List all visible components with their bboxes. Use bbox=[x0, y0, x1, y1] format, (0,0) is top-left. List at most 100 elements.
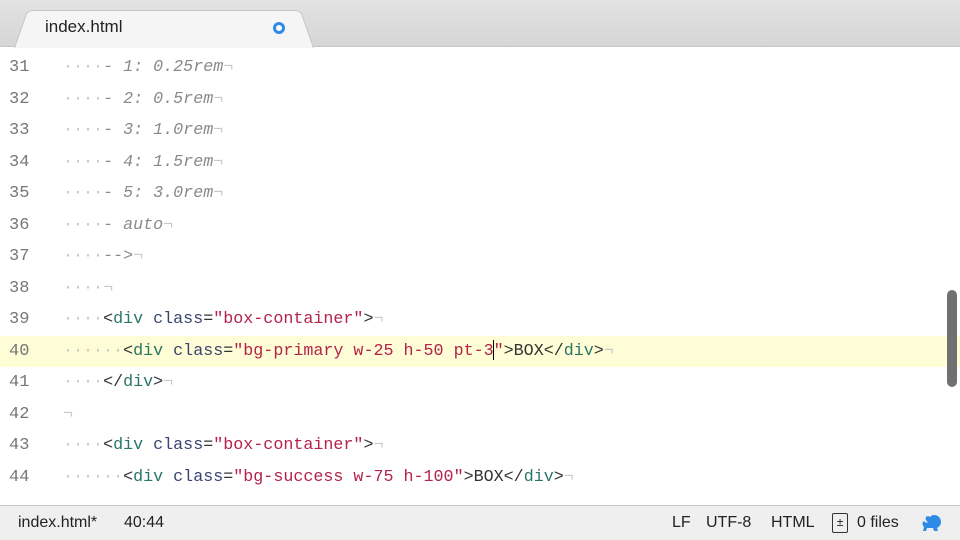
token-text: > bbox=[593, 341, 604, 361]
code-line[interactable]: 42 ¬ bbox=[0, 399, 960, 431]
whitespace-marker: ···· bbox=[63, 436, 104, 455]
token-comment: - 3: 1.0rem bbox=[103, 121, 214, 140]
code-line[interactable]: 33 ····- 3: 1.0rem¬ bbox=[0, 115, 960, 147]
eol-marker: ¬ bbox=[163, 215, 174, 235]
whitespace-marker: ···· bbox=[63, 373, 104, 392]
token-tag: div bbox=[113, 310, 144, 329]
token-comment: - 5: 3.0rem bbox=[103, 184, 214, 203]
code-line[interactable]: 34 ····- 4: 1.5rem¬ bbox=[0, 147, 960, 179]
token-text: >BOX</ bbox=[463, 467, 524, 487]
whitespace-marker: ···· bbox=[63, 310, 104, 329]
token-attr: class bbox=[143, 310, 204, 329]
token-text: = bbox=[223, 467, 234, 487]
token-comment: --> bbox=[103, 247, 134, 266]
token-text: >BOX</ bbox=[503, 341, 564, 361]
eol-marker: ¬ bbox=[373, 310, 384, 329]
code-line[interactable]: 44 ······<div class="bg-success w-75 h-10… bbox=[0, 462, 960, 494]
whitespace-marker: ···· bbox=[63, 215, 104, 235]
line-number: 35 bbox=[9, 184, 30, 203]
eol-marker: ¬ bbox=[213, 152, 224, 172]
whitespace-marker: ···· bbox=[63, 89, 104, 109]
token-tag: div bbox=[563, 341, 594, 361]
line-number: 37 bbox=[9, 247, 30, 266]
token-str: "box-container" bbox=[213, 310, 364, 329]
line-code: ¬ bbox=[63, 399, 73, 431]
token-text: </ bbox=[103, 373, 124, 392]
squirrel-icon[interactable] bbox=[920, 512, 942, 534]
code-line[interactable]: 43 ····<div class="box-container">¬ bbox=[0, 430, 960, 462]
status-git-files[interactable]: 0 files bbox=[857, 514, 899, 532]
token-str: " bbox=[493, 341, 504, 361]
token-text: = bbox=[203, 310, 214, 329]
token-text: > bbox=[153, 373, 164, 392]
line-number: 39 bbox=[9, 310, 30, 329]
eol-marker: ¬ bbox=[213, 121, 224, 140]
token-comment: - 4: 1.5rem bbox=[103, 152, 214, 172]
status-line-ending[interactable]: LF bbox=[672, 514, 691, 532]
line-code: ····-->¬ bbox=[63, 241, 143, 273]
line-code: ····- auto¬ bbox=[63, 210, 173, 242]
token-attr: class bbox=[163, 341, 224, 361]
eol-marker: ¬ bbox=[213, 89, 224, 109]
eol-marker: ¬ bbox=[103, 278, 114, 298]
code-line[interactable]: 35 ····- 5: 3.0rem¬ bbox=[0, 178, 960, 210]
whitespace-marker: ···· bbox=[63, 121, 104, 140]
whitespace-marker: ······ bbox=[63, 467, 124, 487]
line-code: ····</div>¬ bbox=[63, 367, 173, 399]
eol-marker: ¬ bbox=[223, 58, 234, 77]
eol-marker: ¬ bbox=[373, 436, 384, 455]
line-number: 31 bbox=[9, 58, 30, 77]
token-text: < bbox=[103, 310, 114, 329]
token-comment: - 2: 0.5rem bbox=[103, 89, 214, 109]
code-line[interactable]: 41 ····</div>¬ bbox=[0, 367, 960, 399]
line-code: ····- 2: 0.5rem¬ bbox=[63, 84, 223, 116]
line-number: 44 bbox=[9, 467, 30, 487]
token-tag: div bbox=[133, 341, 164, 361]
vertical-scrollbar[interactable] bbox=[947, 290, 957, 387]
git-files-icon[interactable]: ± bbox=[832, 513, 848, 533]
token-text: > bbox=[363, 436, 374, 455]
token-text: < bbox=[123, 341, 134, 361]
status-bar: index.html* 40:44 LF UTF-8 HTML ± 0 file… bbox=[0, 505, 960, 540]
code-line[interactable]: 39 ····<div class="box-container">¬ bbox=[0, 304, 960, 336]
line-number: 32 bbox=[9, 89, 30, 109]
line-number: 40 bbox=[9, 341, 30, 361]
code-line[interactable]: 38 ····¬ bbox=[0, 273, 960, 305]
token-text: < bbox=[123, 467, 134, 487]
eol-marker: ¬ bbox=[133, 247, 144, 266]
line-code: ······<div class="bg-primary w-25 h-50 p… bbox=[63, 336, 614, 368]
token-tag: div bbox=[113, 436, 144, 455]
whitespace-marker: ···· bbox=[63, 152, 104, 172]
token-text: = bbox=[223, 341, 234, 361]
code-line[interactable]: 32 ····- 2: 0.5rem¬ bbox=[0, 84, 960, 116]
status-filename[interactable]: index.html* bbox=[18, 514, 97, 532]
token-str: "bg-primary w-25 h-50 pt-3 bbox=[233, 341, 494, 361]
code-line[interactable]: 31 ····- 1: 0.25rem¬ bbox=[0, 52, 960, 84]
line-number: 43 bbox=[9, 436, 30, 455]
line-number: 33 bbox=[9, 121, 30, 140]
line-number: 36 bbox=[9, 215, 30, 235]
line-code: ····- 5: 3.0rem¬ bbox=[63, 178, 223, 210]
token-text: < bbox=[103, 436, 114, 455]
token-tag: div bbox=[123, 373, 154, 392]
token-attr: class bbox=[143, 436, 204, 455]
whitespace-marker: ······ bbox=[63, 341, 124, 361]
status-encoding[interactable]: UTF-8 bbox=[706, 514, 751, 532]
status-grammar[interactable]: HTML bbox=[771, 514, 815, 532]
token-tag: div bbox=[523, 467, 554, 487]
line-code: ····- 3: 1.0rem¬ bbox=[63, 115, 223, 147]
modified-indicator-icon[interactable] bbox=[273, 22, 285, 34]
tab-title[interactable]: index.html bbox=[45, 17, 122, 37]
eol-marker: ¬ bbox=[563, 467, 574, 487]
token-comment: - 1: 0.25rem bbox=[103, 58, 224, 77]
code-line[interactable]: 40 ······<div class="bg-primary w-25 h-50… bbox=[0, 335, 960, 368]
line-number: 41 bbox=[9, 373, 30, 392]
code-line[interactable]: 37 ····-->¬ bbox=[0, 241, 960, 273]
status-cursor-position[interactable]: 40:44 bbox=[124, 514, 164, 532]
code-editor[interactable]: 31 ····- 1: 0.25rem¬ 32 ····- 2: 0.5rem¬ 33 ·… bbox=[0, 52, 960, 504]
line-number: 38 bbox=[9, 278, 30, 298]
line-number: 42 bbox=[9, 404, 30, 424]
code-line[interactable]: 36 ····- auto¬ bbox=[0, 210, 960, 242]
line-code: ····- 1: 0.25rem¬ bbox=[63, 52, 233, 84]
token-attr: class bbox=[163, 467, 224, 487]
